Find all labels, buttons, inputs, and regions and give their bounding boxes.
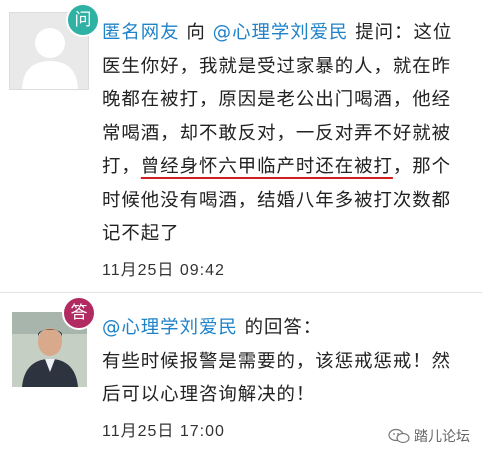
question-badge: 问 — [66, 3, 100, 37]
asker-name[interactable]: 匿名网友 — [102, 22, 180, 43]
question-text: 匿名网友 向 @心理学刘爱民 提问：这位医生你好，我就是受过家暴的人，就在昨晚都… — [102, 16, 470, 251]
answerer-link[interactable]: @心理学刘爱民 — [102, 317, 238, 338]
wechat-icon — [388, 428, 410, 444]
answer-badge: 答 — [62, 296, 96, 330]
answer-time: 11月25日 17:00 — [102, 423, 225, 440]
reply-word: 的回答： — [237, 317, 323, 338]
answer-body: 有些时候报警是需要的，该惩戒惩戒！然后可以心理咨询解决的！ — [102, 350, 452, 406]
question-highlight: 曾经身怀六甲临产时还在被打 — [140, 156, 393, 177]
answer-text: @心理学刘爱民 的回答： 有些时候报警是需要的，该惩戒惩戒！然后可以心理咨询解决的… — [102, 311, 470, 412]
direction-word: 向 — [179, 22, 213, 43]
target-user-link[interactable]: @心理学刘爱民 — [213, 22, 349, 43]
question-time: 11月25日 09:42 — [102, 262, 225, 279]
question-body: 这位医生你好，我就是受过家暴的人，就在昨晚都在被打，原因是老公出门喝酒，他经常喝… — [102, 22, 453, 177]
watermark: 踏儿论坛 — [388, 426, 470, 446]
ask-word: 提问： — [348, 22, 414, 43]
watermark-text: 踏儿论坛 — [414, 429, 470, 445]
question-card: 问 匿名网友 向 @心理学刘爱民 提问：这位医生你好，我就是受过家暴的人，就在昨… — [0, 0, 482, 292]
